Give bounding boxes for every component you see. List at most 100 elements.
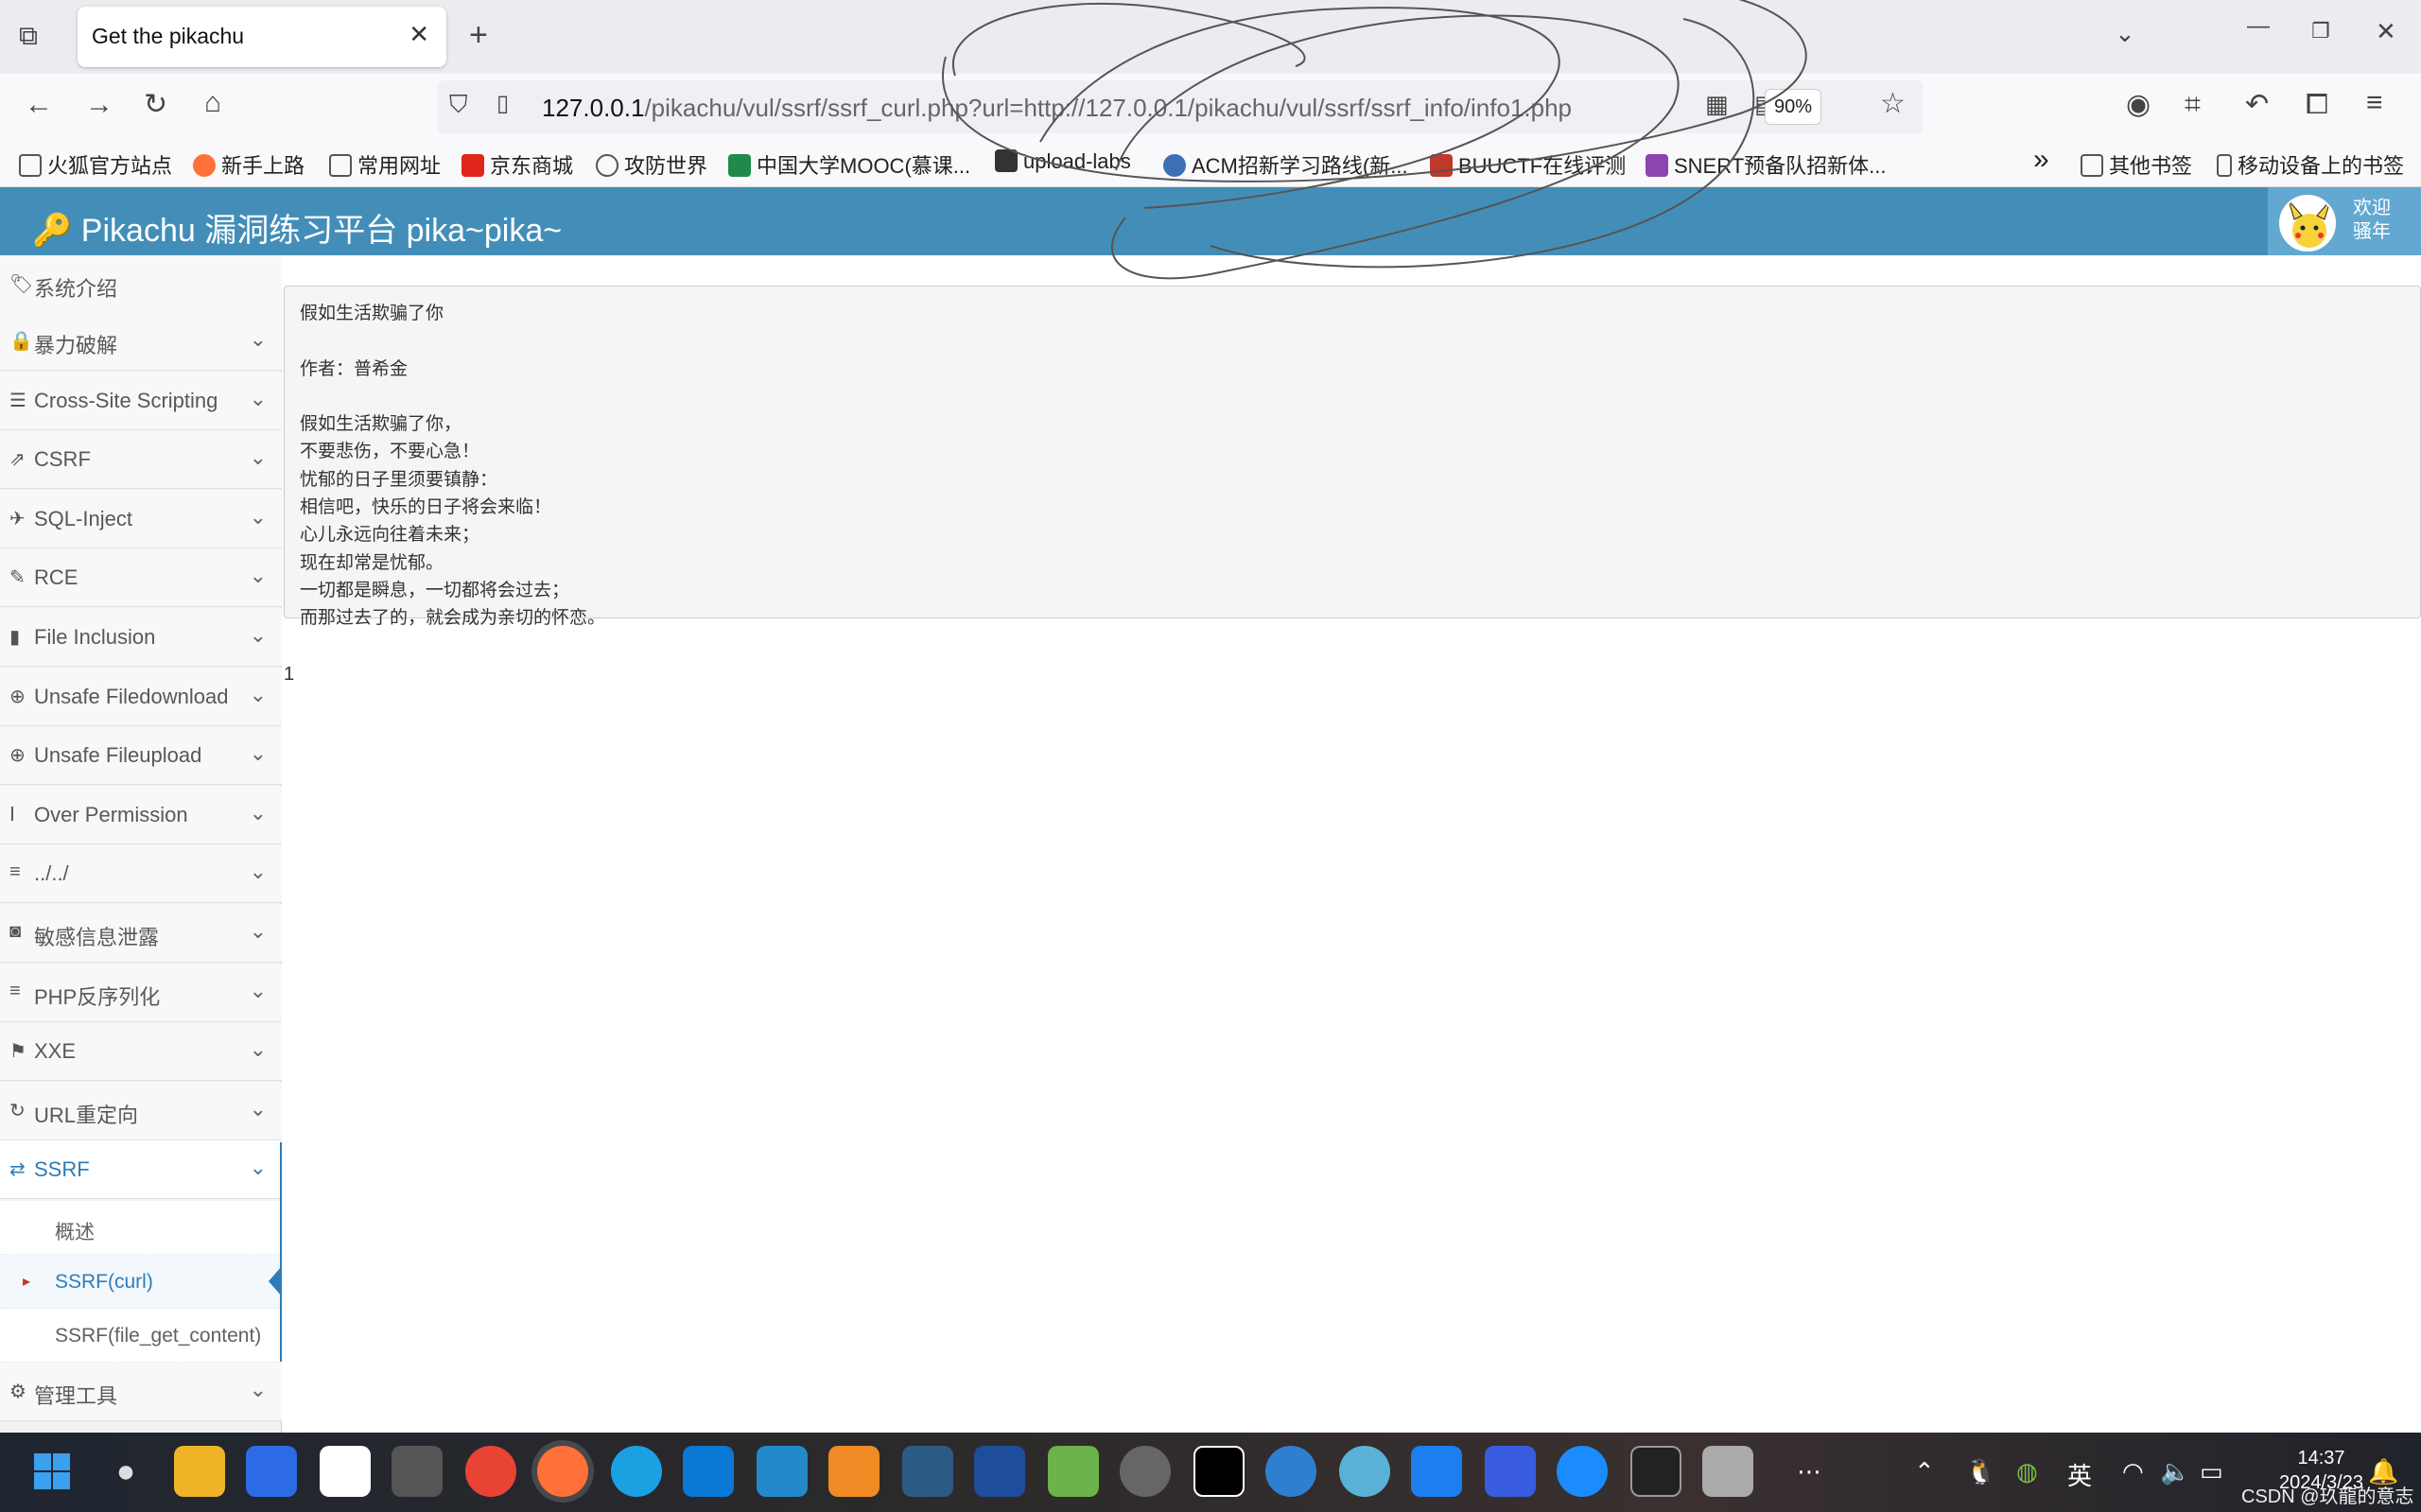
- sidebar-item[interactable]: 🔒 暴力破解 ⌄: [0, 312, 282, 371]
- shield-icon[interactable]: ⛉: [449, 92, 468, 116]
- bookmark-item[interactable]: 攻防世界: [596, 149, 707, 180]
- volume-icon[interactable]: 🔈: [2160, 1457, 2190, 1486]
- devcpp-icon[interactable]: [974, 1446, 1025, 1497]
- app-dark-icon[interactable]: [392, 1446, 443, 1497]
- battery-icon[interactable]: ▭: [2200, 1457, 2223, 1486]
- other-bookmarks[interactable]: 其他书签: [2081, 149, 2192, 180]
- home-icon[interactable]: ⌂: [204, 89, 221, 117]
- url-text[interactable]: 127.0.0.1/pikachu/vul/ssrf/ssrf_curl.php…: [542, 94, 1572, 123]
- bookmark-item[interactable]: 火狐官方站点: [19, 149, 172, 180]
- close-window-icon[interactable]: ✕: [2376, 19, 2396, 43]
- camera-icon: ◙: [9, 921, 22, 942]
- close-tab-icon[interactable]: ✕: [409, 20, 429, 49]
- sidebar-item[interactable]: ⊕ Unsafe Filedownload ⌄: [0, 667, 282, 726]
- bookmark-item[interactable]: 京东商城: [462, 149, 573, 180]
- bookmark-item[interactable]: SNERT预备队招新体...: [1646, 149, 1887, 180]
- chevron-down-icon: ⌄: [249, 919, 267, 943]
- restore-icon[interactable]: ❐: [2311, 21, 2330, 42]
- app-123-icon[interactable]: [246, 1446, 297, 1497]
- sublime-icon[interactable]: [828, 1446, 880, 1497]
- app-title[interactable]: 🔑 Pikachu 漏洞练习平台 pika~pika~: [32, 204, 562, 251]
- sidebar-subitem-label: 概述: [55, 1222, 95, 1243]
- extensions-icon[interactable]: ⧠: [2306, 91, 2328, 119]
- qq-icon[interactable]: 🐧: [1965, 1457, 1995, 1486]
- chrome-icon[interactable]: [465, 1446, 516, 1497]
- wifi-icon[interactable]: ◠: [2122, 1457, 2144, 1486]
- globe-app-icon[interactable]: [1265, 1446, 1316, 1497]
- zoom-level[interactable]: 90%: [1765, 89, 1821, 125]
- m-app-icon[interactable]: [1485, 1446, 1536, 1497]
- sidebar-item[interactable]: ≡ PHP反序列化 ⌄: [0, 963, 282, 1022]
- sidebar-item[interactable]: ↻ URL重定向 ⌄: [0, 1081, 282, 1140]
- browser-tab-bar: ⧉ Get the pikachu ✕ + ⌄ — ❐ ✕: [0, 0, 2421, 74]
- firefox-icon[interactable]: [537, 1446, 588, 1497]
- sidebar-item-admin-tools[interactable]: ⚙ 管理工具 ⌄: [0, 1363, 282, 1421]
- pycharm-icon[interactable]: [902, 1446, 953, 1497]
- tab-overflow-icon[interactable]: ⌄: [2115, 21, 2135, 45]
- bookmark-star-icon[interactable]: ☆: [1880, 90, 1906, 118]
- browser-tab[interactable]: Get the pikachu ✕: [78, 7, 446, 67]
- sidebar-subitem[interactable]: 概述: [0, 1201, 282, 1255]
- tray-app-icon[interactable]: ◍: [2016, 1457, 2038, 1486]
- bookmark-item[interactable]: upload-labs: [995, 149, 1131, 174]
- sidebar-item[interactable]: ⇗ CSRF ⌄: [0, 430, 282, 490]
- sidebar-item[interactable]: 🏷 系统介绍: [0, 255, 282, 314]
- more-apps-icon[interactable]: ⋯: [1797, 1457, 1821, 1486]
- minimize-icon[interactable]: —: [2247, 15, 2270, 38]
- paint-icon[interactable]: [1048, 1446, 1099, 1497]
- sidebar-item[interactable]: ▮ File Inclusion ⌄: [0, 608, 282, 667]
- swpu-app-icon[interactable]: [1702, 1446, 1753, 1497]
- feishu-icon[interactable]: [1557, 1446, 1608, 1497]
- page-info-icon[interactable]: ▯: [496, 93, 509, 115]
- back-icon[interactable]: ←: [25, 91, 53, 119]
- forward-icon[interactable]: →: [85, 91, 113, 119]
- sidebar-item[interactable]: ✈ SQL-Inject ⌄: [0, 489, 282, 548]
- search-icon[interactable]: ●: [100, 1446, 151, 1497]
- eye-app-icon[interactable]: [1339, 1446, 1390, 1497]
- sidebar-item[interactable]: ⚑ XXE ⌄: [0, 1022, 282, 1082]
- sidebar-item-label: 敏感信息泄露: [34, 926, 160, 949]
- sidebar-item[interactable]: ⇄ SSRF ⌄: [0, 1140, 282, 1200]
- outlook-icon[interactable]: [683, 1446, 734, 1497]
- terminal-icon[interactable]: [1630, 1446, 1681, 1497]
- mobile-bookmarks[interactable]: 移动设备上的书签: [2217, 149, 2404, 180]
- account-icon[interactable]: ◉: [2126, 91, 2151, 119]
- qr-code-icon[interactable]: ▦: [1705, 92, 1729, 116]
- edge-icon[interactable]: [611, 1446, 662, 1497]
- bookmarks-overflow-icon[interactable]: »: [2033, 144, 2049, 176]
- chevron-down-icon: ⌄: [249, 327, 267, 351]
- terminal-app-icon[interactable]: [1193, 1446, 1245, 1497]
- sidebar-subitem[interactable]: SSRF(file_get_content): [0, 1309, 282, 1363]
- reload-icon[interactable]: ↻: [144, 91, 167, 119]
- sidebar-subitem[interactable]: ▸ SSRF(curl): [0, 1255, 282, 1309]
- screenshot-icon[interactable]: ⌗: [2185, 91, 2201, 119]
- windows-start-icon[interactable]: [26, 1446, 78, 1497]
- bookmark-item[interactable]: 常用网址: [329, 149, 441, 180]
- sidebar-item[interactable]: ◙ 敏感信息泄露 ⌄: [0, 904, 282, 963]
- bookmark-item[interactable]: 新手上路: [193, 149, 305, 180]
- baidu-netdisk-icon[interactable]: [320, 1446, 371, 1497]
- menu-icon[interactable]: ≡: [2366, 89, 2383, 117]
- tab-list-icon[interactable]: ⧉: [19, 23, 38, 49]
- p-app-icon[interactable]: [1411, 1446, 1462, 1497]
- bookmark-item[interactable]: BUUCTF在线评测: [1430, 149, 1626, 180]
- sidebar-item[interactable]: ☰ Cross-Site Scripting ⌄: [0, 371, 282, 430]
- ime-indicator[interactable]: 英: [2067, 1457, 2092, 1492]
- sidebar-item[interactable]: ✎ RCE ⌄: [0, 548, 282, 608]
- tray-chevron-icon[interactable]: ⌃: [1914, 1457, 1935, 1486]
- file-explorer-icon[interactable]: [174, 1446, 225, 1497]
- bookmark-item[interactable]: 中国大学MOOC(慕课...: [728, 149, 970, 180]
- bookmark-item[interactable]: ACM招新学习路线(新...: [1163, 149, 1408, 180]
- sync-icon[interactable]: [1120, 1446, 1171, 1497]
- undo-icon[interactable]: ↶: [2245, 91, 2269, 119]
- sidebar-item-label: Unsafe Filedownload: [34, 684, 229, 708]
- address-bar[interactable]: ⛉ ▯ 127.0.0.1/pikachu/vul/ssrf/ssrf_curl…: [438, 80, 1923, 133]
- sidebar-item[interactable]: ⊕ Unsafe Fileupload ⌄: [0, 726, 282, 786]
- new-tab-button[interactable]: +: [469, 19, 488, 51]
- sidebar-item[interactable]: ≡ ../../ ⌄: [0, 844, 282, 904]
- chevron-down-icon: ⌄: [249, 860, 267, 884]
- vscode-icon[interactable]: [757, 1446, 808, 1497]
- user-menu[interactable]: 欢迎 骚年: [2268, 187, 2421, 255]
- sidebar-item[interactable]: Ⅰ Over Permission ⌄: [0, 785, 282, 844]
- mooc-icon: [728, 154, 751, 177]
